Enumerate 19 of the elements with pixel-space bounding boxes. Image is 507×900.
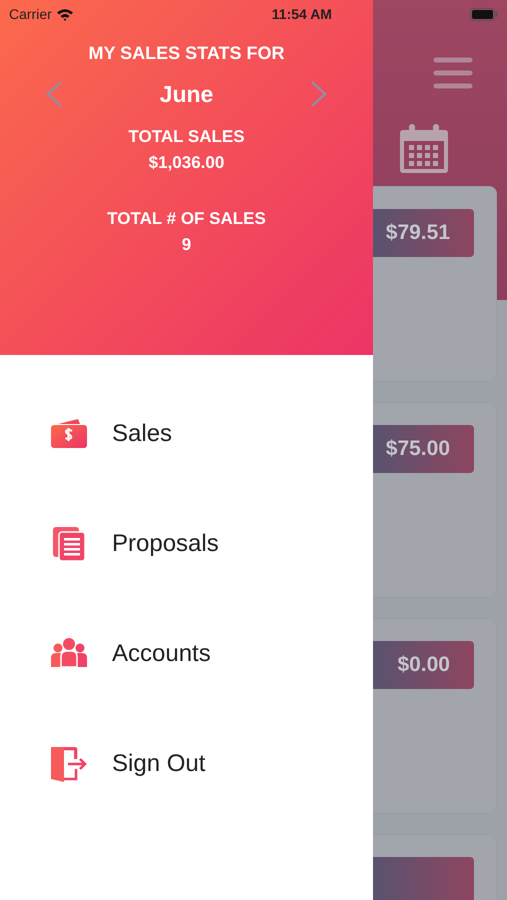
stat-value: 9 xyxy=(182,234,192,256)
next-month-button[interactable] xyxy=(309,80,329,108)
chevron-right-icon xyxy=(309,80,329,108)
battery-icon xyxy=(470,8,498,20)
stat-label: TOTAL # OF SALES xyxy=(107,208,266,230)
carrier-label: Carrier xyxy=(9,4,52,24)
previous-month-button[interactable] xyxy=(44,80,64,108)
stat-value: $1,036.00 xyxy=(148,152,224,174)
menu-icon xyxy=(433,56,473,90)
chevron-left-icon xyxy=(44,80,64,108)
door-exit-icon xyxy=(50,745,88,783)
menu-item[interactable]: Sign Out xyxy=(0,744,373,784)
wifi-icon xyxy=(56,8,74,20)
stats-heading: MY SALES STATS FOR xyxy=(88,42,284,65)
clock-label: 11:54 AM xyxy=(272,4,332,24)
stat-label: TOTAL SALES xyxy=(128,126,245,148)
month-label: June xyxy=(160,80,214,109)
menu-item[interactable]: Proposals xyxy=(0,524,373,564)
calendar-icon xyxy=(399,124,449,174)
